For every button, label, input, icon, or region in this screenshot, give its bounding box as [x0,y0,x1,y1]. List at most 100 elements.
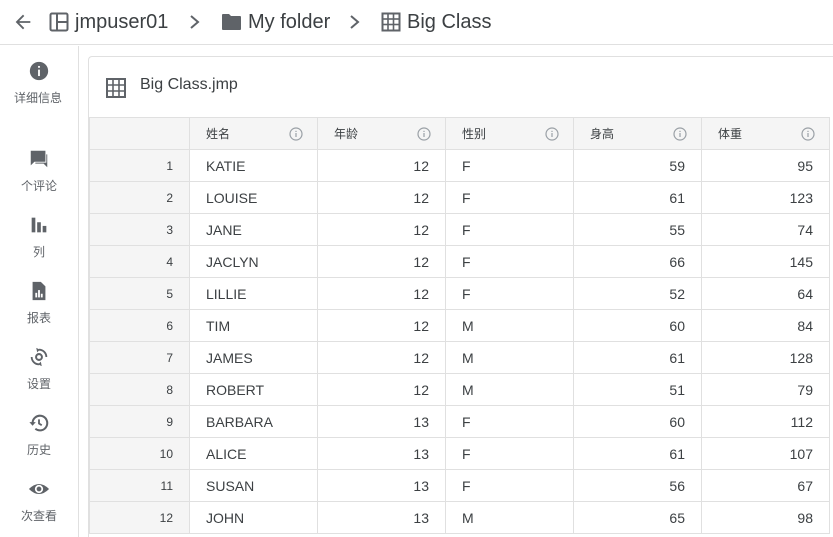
cell-height[interactable]: 55 [573,213,702,246]
table-row[interactable]: 9 BARBARA 13 F 60 112 [89,405,830,438]
cell-weight[interactable]: 123 [701,181,830,214]
sidebar-item-comments[interactable]: 个评论 [0,148,78,197]
cell-height[interactable]: 66 [573,245,702,278]
table-row[interactable]: 6 TIM 12 M 60 84 [89,309,830,342]
cell-age[interactable]: 13 [317,469,446,502]
cell-name[interactable]: TIM [189,309,318,342]
cell-height[interactable]: 59 [573,149,702,182]
breadcrumb-bar: jmpuser01 My folder Big Class [0,0,833,45]
cell-name[interactable]: LOUISE [189,181,318,214]
cell-height[interactable]: 61 [573,341,702,374]
column-header[interactable]: 身高 [573,117,702,150]
cell-name[interactable]: BARBARA [189,405,318,438]
cell-weight[interactable]: 84 [701,309,830,342]
cell-age[interactable]: 12 [317,373,446,406]
sidebar-item-history[interactable]: 历史 [0,412,78,461]
cell-name[interactable]: LILLIE [189,277,318,310]
cell-weight[interactable]: 107 [701,437,830,470]
cell-height[interactable]: 52 [573,277,702,310]
cell-age[interactable]: 12 [317,181,446,214]
cell-name[interactable]: JAMES [189,341,318,374]
cell-weight[interactable]: 112 [701,405,830,438]
cell-height[interactable]: 56 [573,469,702,502]
cell-sex[interactable]: M [445,373,574,406]
cell-sex[interactable]: F [445,181,574,214]
cell-weight[interactable]: 145 [701,245,830,278]
info-outline-icon[interactable] [417,127,431,141]
arrow-left-icon[interactable] [12,11,34,33]
cell-name[interactable]: ALICE [189,437,318,470]
sidebar-item-label: 详细信息 [14,91,63,105]
cell-weight[interactable]: 67 [701,469,830,502]
cell-age[interactable]: 13 [317,501,446,534]
column-header[interactable]: 年龄 [317,117,446,150]
column-header[interactable]: 体重 [701,117,830,150]
cell-weight[interactable]: 74 [701,213,830,246]
sidebar-item-reports[interactable]: 报表 [0,280,78,329]
cell-height[interactable]: 61 [573,437,702,470]
cell-weight[interactable]: 128 [701,341,830,374]
table-row[interactable]: 4 JACLYN 12 F 66 145 [89,245,830,278]
cell-age[interactable]: 12 [317,213,446,246]
cell-age[interactable]: 12 [317,149,446,182]
cell-sex[interactable]: F [445,405,574,438]
cell-weight[interactable]: 64 [701,277,830,310]
cell-sex[interactable]: M [445,309,574,342]
cell-height[interactable]: 61 [573,181,702,214]
sidebar-item-label: 次查看 [20,509,57,523]
table-row[interactable]: 12 JOHN 13 M 65 98 [89,501,830,534]
table-row[interactable]: 8 ROBERT 12 M 51 79 [89,373,830,406]
folder-icon [222,14,241,30]
table-row[interactable]: 5 LILLIE 12 F 52 64 [89,277,830,310]
cell-sex[interactable]: F [445,469,574,502]
cell-sex[interactable]: F [445,437,574,470]
info-outline-icon[interactable] [801,127,815,141]
cell-sex[interactable]: F [445,245,574,278]
breadcrumb-workspace[interactable]: jmpuser01 [49,9,168,35]
cell-name[interactable]: ROBERT [189,373,318,406]
cell-name[interactable]: JACLYN [189,245,318,278]
cell-sex[interactable]: M [445,341,574,374]
cell-age[interactable]: 13 [317,437,446,470]
cell-age[interactable]: 12 [317,245,446,278]
table-row[interactable]: 11 SUSAN 13 F 56 67 [89,469,830,502]
table-row[interactable]: 10 ALICE 13 F 61 107 [89,437,830,470]
table-row[interactable]: 3 JANE 12 F 55 74 [89,213,830,246]
cell-sex[interactable]: F [445,149,574,182]
cell-height[interactable]: 60 [573,405,702,438]
cell-sex[interactable]: M [445,501,574,534]
cell-name[interactable]: JOHN [189,501,318,534]
sidebar-item-settings[interactable]: 设置 [0,346,78,395]
info-outline-icon[interactable] [545,127,559,141]
cell-name[interactable]: KATIE [189,149,318,182]
cell-height[interactable]: 51 [573,373,702,406]
breadcrumb-table[interactable]: Big Class [381,9,491,35]
cell-weight[interactable]: 98 [701,501,830,534]
cell-height[interactable]: 65 [573,501,702,534]
cell-weight[interactable]: 95 [701,149,830,182]
info-outline-icon[interactable] [673,127,687,141]
cell-weight[interactable]: 79 [701,373,830,406]
column-header[interactable]: 姓名 [189,117,318,150]
cell-sex[interactable]: F [445,277,574,310]
cell-name[interactable]: JANE [189,213,318,246]
table-row[interactable]: 1 KATIE 12 F 59 95 [89,149,830,182]
cell-height[interactable]: 60 [573,309,702,342]
cell-age[interactable]: 12 [317,277,446,310]
breadcrumb-folder[interactable]: My folder [221,9,330,35]
cell-age[interactable]: 12 [317,341,446,374]
sidebar-item-details[interactable]: 详细信息 [0,60,78,109]
comment-icon [30,150,48,168]
cell-name[interactable]: SUSAN [189,469,318,502]
cell-age[interactable]: 13 [317,405,446,438]
sidebar-item-columns[interactable]: 列 [0,214,78,263]
cell-age[interactable]: 12 [317,309,446,342]
column-header[interactable]: 性别 [445,117,574,150]
cell-sex[interactable]: F [445,213,574,246]
info-outline-icon[interactable] [289,127,303,141]
table-row[interactable]: 2 LOUISE 12 F 61 123 [89,181,830,214]
table-row[interactable]: 7 JAMES 12 M 61 128 [89,341,830,374]
row-number-header [89,117,190,150]
settings-sync-icon [30,347,48,367]
sidebar-item-views[interactable]: 次查看 [0,478,78,527]
